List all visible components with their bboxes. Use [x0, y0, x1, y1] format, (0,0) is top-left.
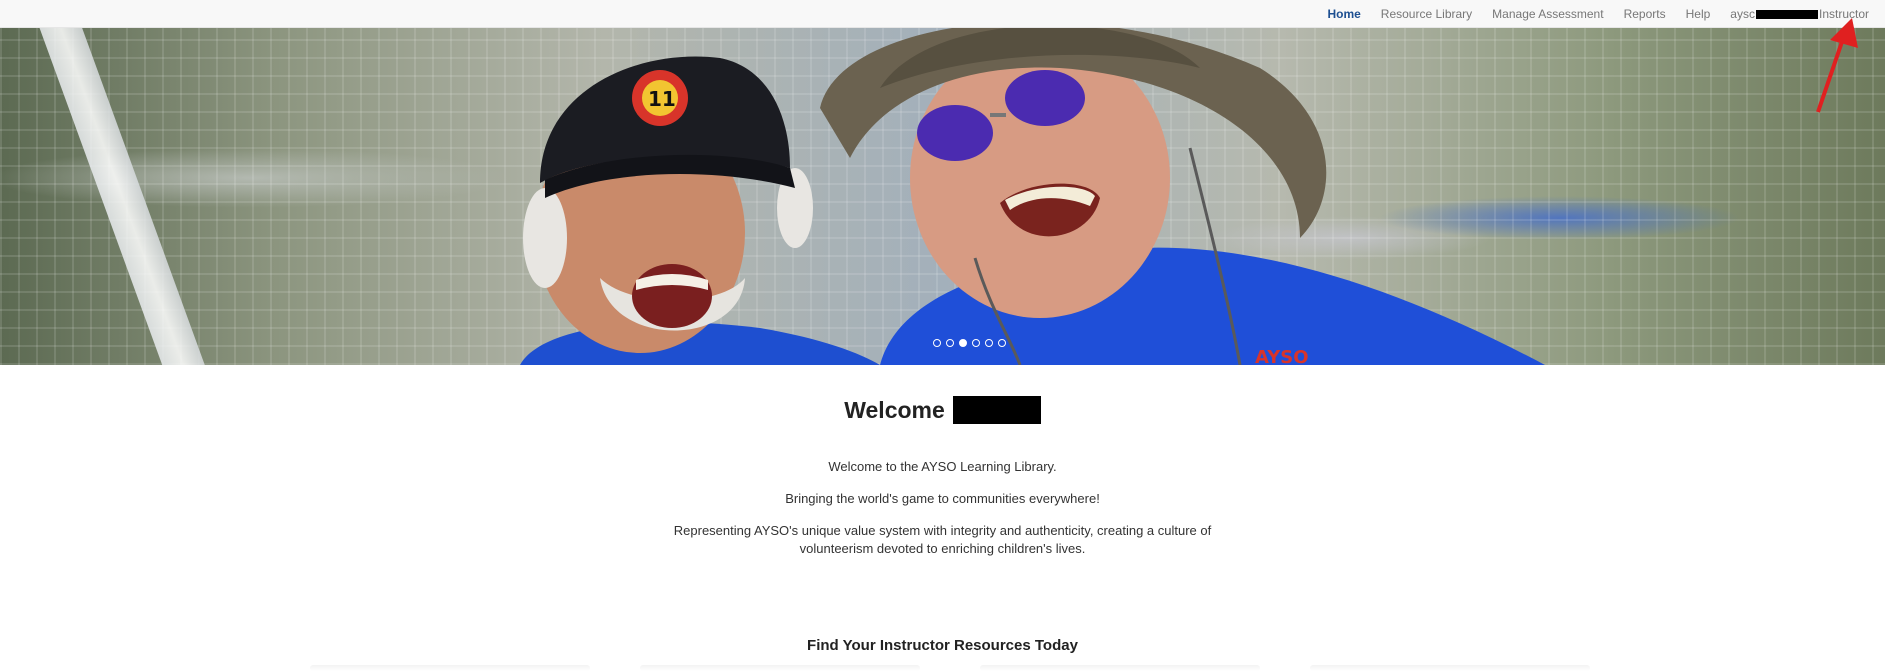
user-name-prefix: aysc	[1730, 7, 1755, 21]
svg-text:AYSO: AYSO	[1255, 347, 1309, 365]
right-man-sunglasses-right	[1005, 70, 1085, 126]
user-role-label: Instructor	[1818, 7, 1869, 21]
nav-item-resource-library[interactable]: Resource Library	[1371, 0, 1482, 28]
redacted-user-name	[952, 396, 1041, 424]
svg-text:11: 11	[648, 87, 676, 111]
right-man-sunglasses-left	[917, 105, 993, 161]
resource-card-4[interactable]	[1310, 665, 1590, 671]
user-menu[interactable]: aysc Instructor	[1720, 0, 1879, 28]
resource-card-3[interactable]	[980, 665, 1260, 671]
nav-item-manage-assessment[interactable]: Manage Assessment	[1482, 0, 1613, 28]
intro-text: Welcome to the AYSO Learning Library. Br…	[0, 458, 1885, 572]
redacted-username	[1755, 9, 1818, 19]
nav-menu: Home Resource Library Manage Assessment …	[1317, 0, 1879, 28]
nav-item-help[interactable]: Help	[1676, 0, 1721, 28]
intro-line-1: Welcome to the AYSO Learning Library.	[828, 459, 1057, 474]
welcome-title: Welcome	[844, 396, 945, 423]
carousel-dot-4[interactable]	[972, 339, 980, 347]
carousel-dot-2[interactable]	[946, 339, 954, 347]
resources-section-title: Find Your Instructor Resources Today	[807, 637, 1078, 654]
carousel-dot-1[interactable]	[933, 339, 941, 347]
resource-card-2[interactable]	[640, 665, 920, 671]
nav-item-home[interactable]: Home	[1317, 0, 1370, 28]
hero-carousel: 11 AYSO	[0, 28, 1885, 365]
nav-item-reports[interactable]: Reports	[1614, 0, 1676, 28]
hero-photo-people: 11 AYSO	[520, 28, 1545, 365]
carousel-indicators	[0, 339, 1885, 347]
intro-line-2: Bringing the world's game to communities…	[785, 491, 1100, 506]
resource-card-1[interactable]	[310, 665, 590, 671]
carousel-dot-6[interactable]	[998, 339, 1006, 347]
intro-line-3: Representing AYSO's unique value system …	[673, 523, 1212, 556]
carousel-dot-5[interactable]	[985, 339, 993, 347]
top-navigation-bar: Home Resource Library Manage Assessment …	[0, 0, 1885, 28]
carousel-dot-3[interactable]	[959, 339, 967, 347]
welcome-heading: Welcome	[0, 396, 1885, 424]
